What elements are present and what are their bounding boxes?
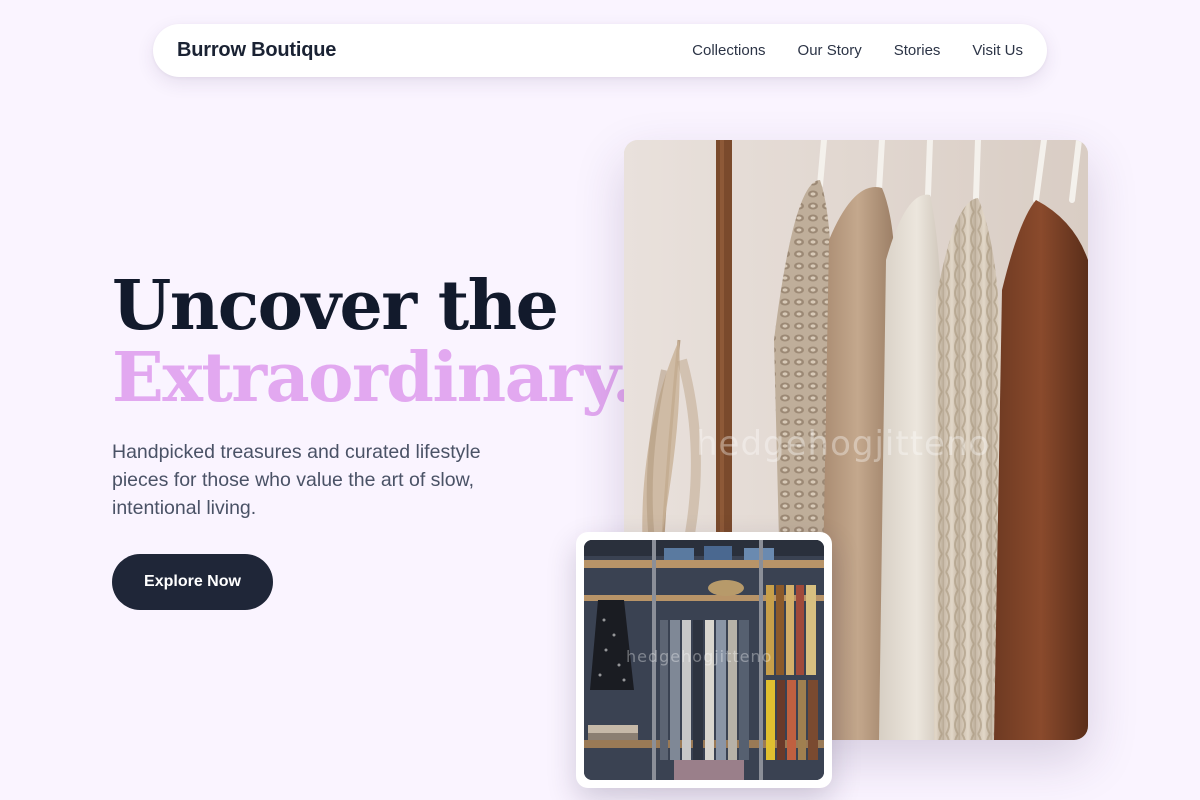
headline-line-2-accent: Extraordinary.: [112, 338, 635, 418]
nav-link-our-story[interactable]: Our Story: [798, 42, 862, 59]
top-navbar: Burrow Boutique Collections Our Story St…: [153, 24, 1047, 77]
boutique-shelves-photo: [584, 540, 824, 780]
nav-link-visit-us[interactable]: Visit Us: [972, 42, 1023, 59]
nav-link-stories[interactable]: Stories: [894, 42, 941, 59]
boutique-shelves-photo-frame: hedgehogjitteno: [576, 532, 832, 788]
brand-logo[interactable]: Burrow Boutique: [177, 39, 336, 62]
nav-link-collections[interactable]: Collections: [692, 42, 765, 59]
headline-line-1: Uncover the: [112, 266, 559, 346]
nav-links: Collections Our Story Stories Visit Us: [692, 42, 1023, 59]
hero-headline: Uncover the Extraordinary.: [112, 266, 635, 418]
hero-subtitle: Handpicked treasures and curated lifesty…: [112, 441, 481, 519]
explore-now-button[interactable]: Explore Now: [112, 554, 273, 610]
